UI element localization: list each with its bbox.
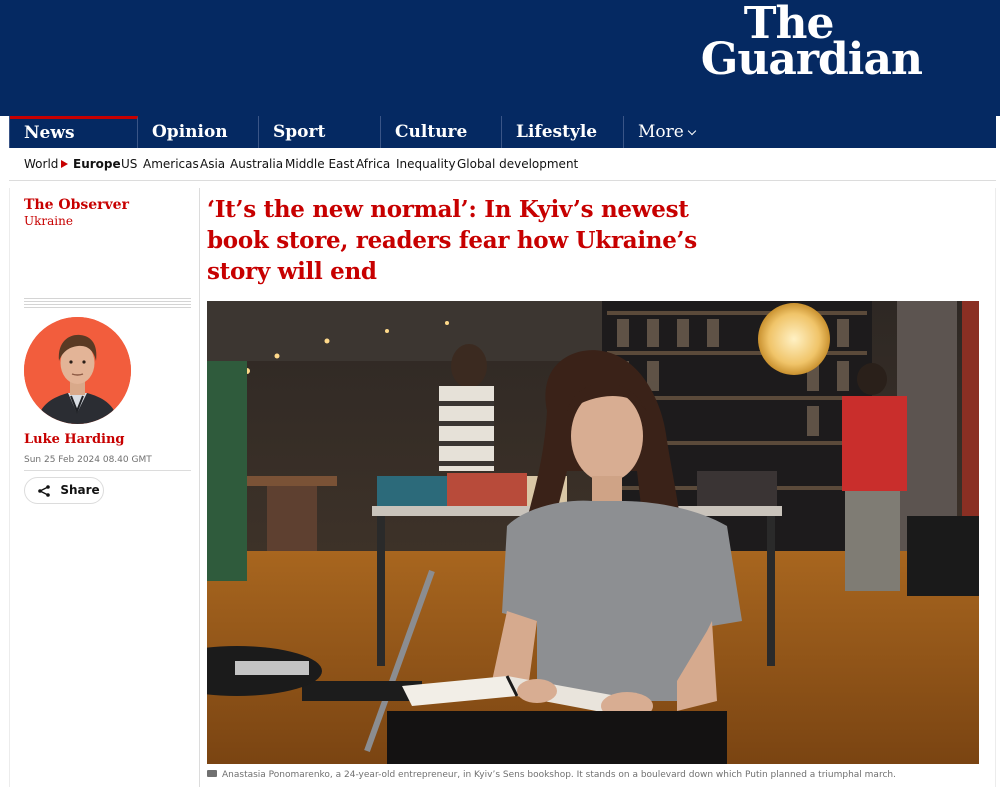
pillar-culture[interactable]: Culture: [381, 116, 502, 148]
caption-text: Anastasia Ponomarenko, a 24-year-old ent…: [222, 770, 896, 780]
subnav-europe[interactable]: Europe: [73, 148, 121, 181]
column-divider: [199, 188, 200, 787]
hero-photo: [207, 301, 979, 764]
author-byline[interactable]: Luke Harding: [24, 432, 125, 447]
logo-line-2: Guardian: [700, 34, 923, 85]
camera-icon: [207, 770, 217, 777]
subnav-global-development[interactable]: Global development: [457, 148, 578, 181]
subnav-us[interactable]: US: [121, 148, 137, 181]
subnav-americas[interactable]: Americas: [143, 148, 199, 181]
subnav-inequality[interactable]: Inequality: [396, 148, 456, 181]
publish-date: Sun 25 Feb 2024 08.40 GMT: [24, 455, 152, 465]
subnav-australia[interactable]: Australia: [230, 148, 283, 181]
headline-line-3: story will end: [207, 258, 377, 285]
image-caption: Anastasia Ponomarenko, a 24-year-old ent…: [207, 770, 987, 780]
hero-image[interactable]: [207, 301, 979, 764]
chevron-down-icon: [687, 126, 697, 136]
pillar-nav: News Opinion Sport Culture Lifestyle Mor…: [9, 116, 996, 148]
pillar-lifestyle[interactable]: Lifestyle: [502, 116, 624, 148]
subnav-asia[interactable]: Asia: [200, 148, 225, 181]
author-portrait: [24, 317, 131, 424]
dotted-rule: [24, 298, 191, 310]
pillar-news[interactable]: News: [10, 116, 138, 148]
sub-nav: World Europe US Americas Asia Australia …: [9, 148, 996, 181]
share-button[interactable]: Share: [24, 477, 104, 504]
left-frame-divider: [9, 188, 10, 787]
pillar-more[interactable]: More: [624, 116, 724, 148]
meta-separator: [24, 470, 191, 471]
subnav-world[interactable]: World: [24, 148, 58, 181]
pillar-sport[interactable]: Sport: [259, 116, 381, 148]
headline-line-2: book store, readers fear how Ukraine’s: [207, 227, 697, 254]
subnav-middle-east[interactable]: Middle East: [285, 148, 354, 181]
triangle-right-icon: [61, 160, 68, 168]
guardian-logo[interactable]: The Guardian: [700, 2, 923, 85]
masthead: The Guardian: [0, 0, 1000, 116]
right-frame-divider: [995, 188, 996, 787]
share-icon: [38, 485, 50, 497]
subnav-africa[interactable]: Africa: [356, 148, 390, 181]
pillar-more-label: More: [638, 122, 684, 142]
section-link[interactable]: Ukraine: [24, 214, 73, 228]
article-headline: ‘It’s the new normal’: In Kyiv’s newest …: [207, 194, 727, 287]
pillar-opinion[interactable]: Opinion: [138, 116, 259, 148]
series-link[interactable]: The Observer: [24, 197, 129, 213]
share-label: Share: [60, 483, 100, 497]
avatar: [24, 317, 131, 424]
headline-line-1: ‘It’s the new normal’: In Kyiv’s newest: [207, 196, 689, 223]
subnav-current-marker: [61, 148, 73, 181]
